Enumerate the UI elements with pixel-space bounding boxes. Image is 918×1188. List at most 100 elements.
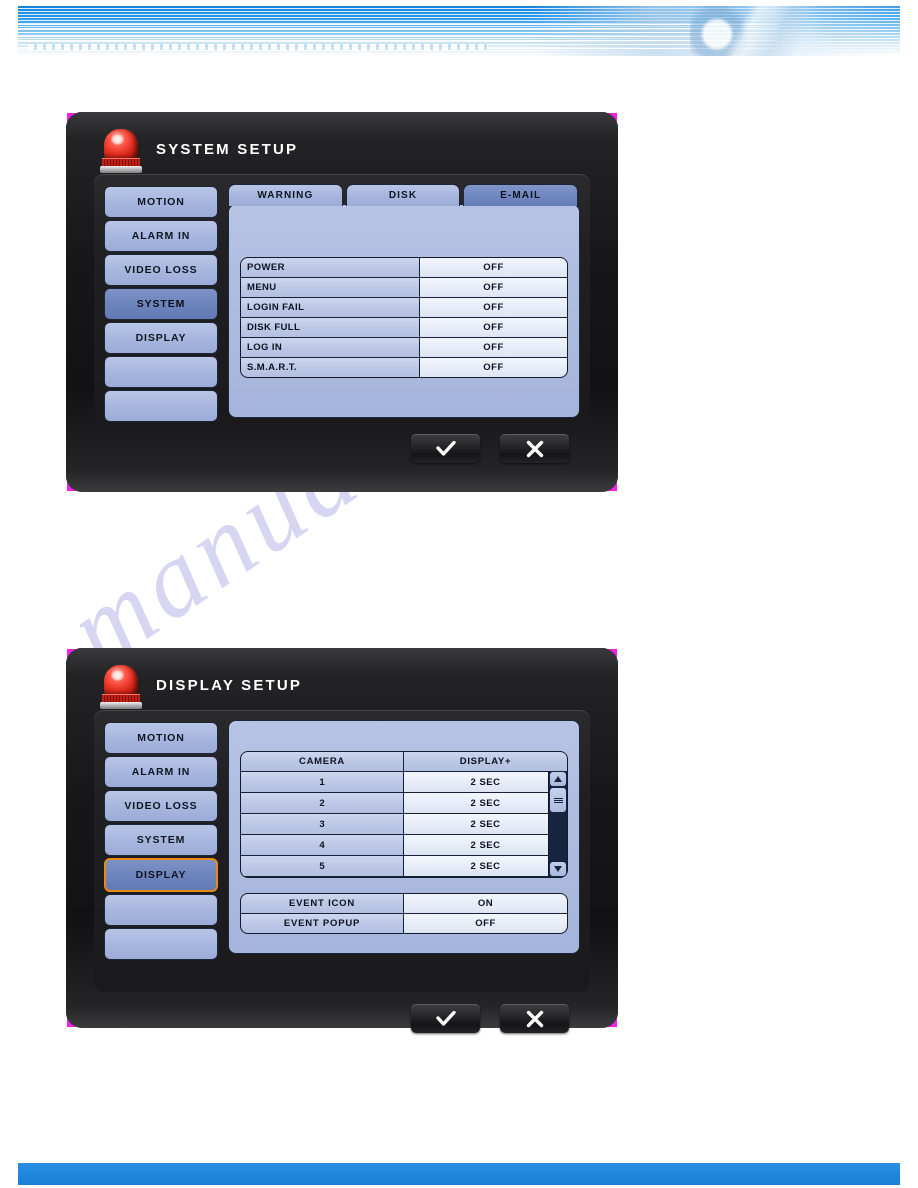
window-title-row: DISPLAY SETUP <box>100 660 302 710</box>
display-setup-window: DISPLAY SETUP MOTION ALARM IN VIDEO LOSS… <box>66 648 618 1033</box>
table-row[interactable]: 3 2 SEC <box>241 814 567 835</box>
cell-display[interactable]: 2 SEC <box>404 793 567 813</box>
sidebar-item-video-loss[interactable]: VIDEO LOSS <box>104 790 218 822</box>
system-setup-window: SYSTEM SETUP MOTION ALARM IN VIDEO LOSS … <box>66 112 618 492</box>
cell-camera: 3 <box>241 814 404 834</box>
scroll-down-arrow-icon[interactable] <box>550 862 566 876</box>
row-label: LOGIN FAIL <box>241 298 420 317</box>
sidebar-item-display[interactable]: DISPLAY <box>104 322 218 354</box>
table-row[interactable]: MENU OFF <box>241 278 567 298</box>
table-row[interactable]: POWER OFF <box>241 258 567 278</box>
page-title: DISPLAY SETUP <box>156 676 303 694</box>
tab-bar: WARNING DISK E-MAIL <box>228 184 579 206</box>
cell-camera: 1 <box>241 772 404 792</box>
table-row[interactable]: 4 2 SEC <box>241 835 567 856</box>
siren-beacon-icon <box>100 125 142 173</box>
row-value[interactable]: OFF <box>420 318 567 337</box>
row-value[interactable]: ON <box>404 894 567 913</box>
tab-label: E-MAIL <box>500 190 542 201</box>
table-row[interactable]: 1 2 SEC <box>241 772 567 793</box>
tab-warning[interactable]: WARNING <box>228 184 343 206</box>
row-value[interactable]: OFF <box>420 358 567 377</box>
event-settings-table: EVENT ICON ON EVENT POPUP OFF <box>240 893 568 934</box>
sidebar-item-empty-2[interactable] <box>104 928 218 960</box>
check-icon <box>435 440 456 456</box>
tab-email[interactable]: E-MAIL <box>463 184 579 206</box>
table-row[interactable]: S.M.A.R.T. OFF <box>241 358 567 377</box>
sidebar-item-empty-1[interactable] <box>104 356 218 388</box>
sidebar: MOTION ALARM IN VIDEO LOSS SYSTEM DISPLA… <box>104 186 218 422</box>
table-header-row: CAMERA DISPLAY+ <box>241 752 567 772</box>
row-label: EVENT POPUP <box>241 914 404 933</box>
table-row[interactable]: 5 2 SEC <box>241 856 567 877</box>
cancel-button[interactable] <box>500 434 569 463</box>
row-label: MENU <box>241 278 420 297</box>
sidebar-item-motion[interactable]: MOTION <box>104 722 218 754</box>
sidebar-item-label: MOTION <box>137 732 185 744</box>
row-value[interactable]: OFF <box>420 338 567 357</box>
close-icon <box>526 1010 543 1027</box>
sidebar-item-label: SYSTEM <box>136 298 186 310</box>
cancel-button[interactable] <box>500 1004 569 1033</box>
tab-label: DISK <box>388 190 418 201</box>
sidebar-item-motion[interactable]: MOTION <box>104 186 218 218</box>
sidebar-item-video-loss[interactable]: VIDEO LOSS <box>104 254 218 286</box>
confirm-button[interactable] <box>411 1004 480 1033</box>
table-scrollbar[interactable] <box>548 771 567 877</box>
page-title: SYSTEM SETUP <box>156 140 299 158</box>
display-panel: CAMERA DISPLAY+ 1 2 SEC 2 2 SEC 3 2 SEC … <box>228 720 580 954</box>
table-row[interactable]: LOGIN FAIL OFF <box>241 298 567 318</box>
cell-display[interactable]: 2 SEC <box>404 856 567 876</box>
banner-photo-graphic <box>650 6 900 56</box>
table-row[interactable]: DISK FULL OFF <box>241 318 567 338</box>
sidebar-item-alarm-in[interactable]: ALARM IN <box>104 220 218 252</box>
sidebar-item-alarm-in[interactable]: ALARM IN <box>104 756 218 788</box>
row-label: DISK FULL <box>241 318 420 337</box>
sidebar-item-display[interactable]: DISPLAY <box>104 858 218 892</box>
sidebar-item-label: ALARM IN <box>131 766 191 778</box>
tab-disk[interactable]: DISK <box>345 184 461 206</box>
sidebar-item-empty-2[interactable] <box>104 390 218 422</box>
row-label: S.M.A.R.T. <box>241 358 420 377</box>
scroll-up-arrow-icon[interactable] <box>550 772 566 786</box>
table-row[interactable]: EVENT ICON ON <box>241 894 567 914</box>
sidebar-item-empty-1[interactable] <box>104 894 218 926</box>
row-value[interactable]: OFF <box>420 258 567 277</box>
table-row[interactable]: LOG IN OFF <box>241 338 567 358</box>
check-icon <box>435 1010 456 1026</box>
sidebar-item-system[interactable]: SYSTEM <box>104 824 218 856</box>
sidebar-item-label: DISPLAY <box>135 332 187 344</box>
sidebar-item-label: VIDEO LOSS <box>124 800 198 812</box>
sidebar-item-system[interactable]: SYSTEM <box>104 288 218 320</box>
window-button-bar <box>411 434 569 463</box>
window-body: MOTION ALARM IN VIDEO LOSS SYSTEM DISPLA… <box>94 174 590 422</box>
close-icon <box>526 440 543 457</box>
table-row[interactable]: 2 2 SEC <box>241 793 567 814</box>
cell-camera: 5 <box>241 856 404 876</box>
window-body: MOTION ALARM IN VIDEO LOSS SYSTEM DISPLA… <box>94 710 590 992</box>
scrollbar-thumb[interactable] <box>550 788 566 812</box>
row-label: POWER <box>241 258 420 277</box>
confirm-button[interactable] <box>411 434 480 463</box>
column-header-display: DISPLAY+ <box>404 752 567 771</box>
row-value[interactable]: OFF <box>420 278 567 297</box>
cell-display[interactable]: 2 SEC <box>404 814 567 834</box>
sidebar-item-label: SYSTEM <box>136 834 186 846</box>
row-value[interactable]: OFF <box>404 914 567 933</box>
window-title-row: SYSTEM SETUP <box>100 124 298 174</box>
banner-dashes-decoration <box>28 44 488 50</box>
row-value[interactable]: OFF <box>420 298 567 317</box>
window-button-bar <box>411 1004 569 1033</box>
cell-camera: 4 <box>241 835 404 855</box>
sidebar-item-label: ALARM IN <box>131 230 191 242</box>
siren-beacon-icon <box>100 661 142 709</box>
sidebar-item-label: DISPLAY <box>135 869 187 881</box>
sidebar: MOTION ALARM IN VIDEO LOSS SYSTEM DISPLA… <box>104 722 218 960</box>
row-label: EVENT ICON <box>241 894 404 913</box>
page-top-banner <box>18 6 900 56</box>
cell-display[interactable]: 2 SEC <box>404 835 567 855</box>
cell-display[interactable]: 2 SEC <box>404 772 567 792</box>
table-row[interactable]: EVENT POPUP OFF <box>241 914 567 933</box>
column-header-camera: CAMERA <box>241 752 404 771</box>
tab-label: WARNING <box>257 190 314 201</box>
